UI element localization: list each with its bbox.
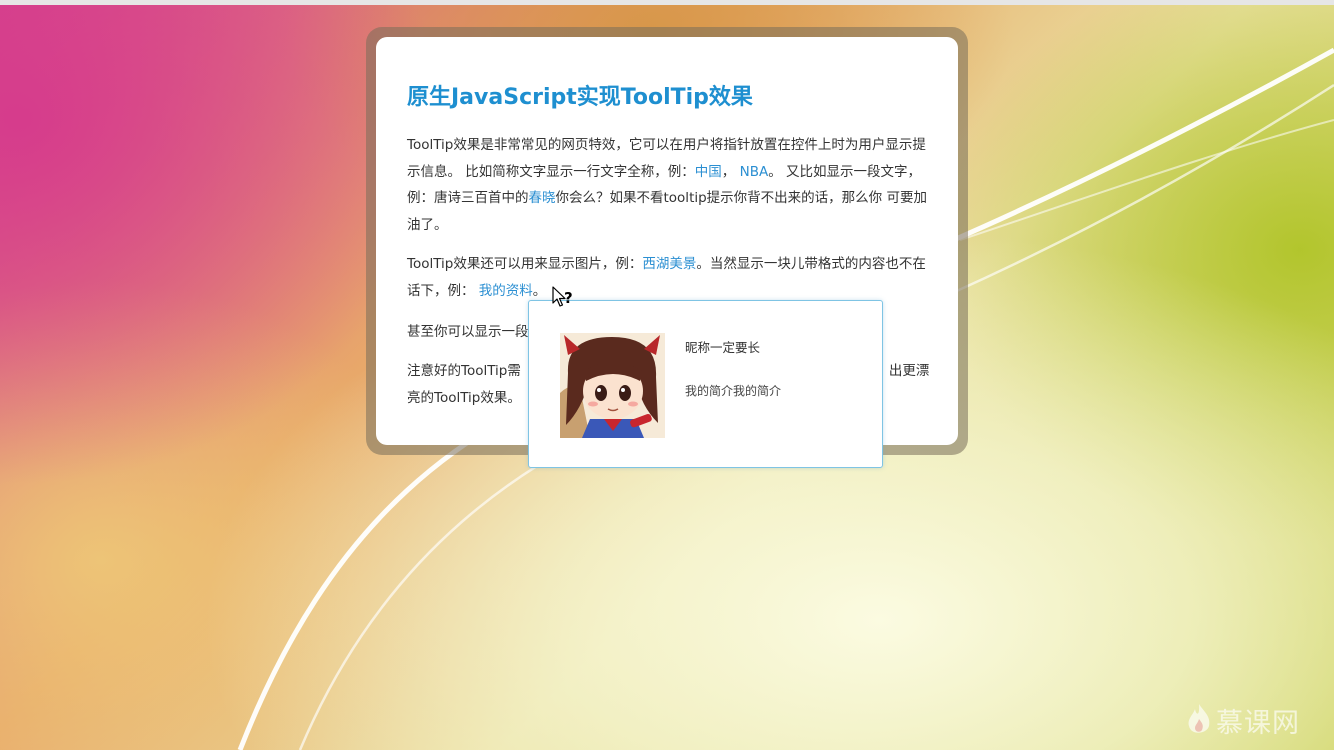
page-title: 原生JavaScript实现ToolTip效果 <box>407 85 753 110</box>
text: ， <box>721 163 740 180</box>
flame-logo-icon <box>1188 704 1210 733</box>
text: ToolTip效果还可以用来显示图片，例： <box>407 256 643 272</box>
link-chunxiao[interactable]: 春晓 <box>529 190 556 206</box>
text: 出更漂 <box>888 363 930 379</box>
link-xihu[interactable]: 西湖美景 <box>642 256 696 272</box>
tooltip-popup: 昵称一定要长 我的简介我的简介 <box>528 300 883 468</box>
watermark-logo: 慕课网 <box>1186 700 1300 740</box>
text: 甚至你可以显示一段 <box>407 324 529 340</box>
paragraph-intro: ToolTip效果是非常常见的网页特效，它可以在用户将指针放置在控件上时为用户显… <box>407 132 931 238</box>
link-nba[interactable]: NBA <box>740 164 769 180</box>
text: 。 <box>532 282 547 299</box>
watermark-text: 慕课网 <box>1216 707 1300 739</box>
text: 亮的ToolTip效果。 <box>407 389 521 406</box>
paragraph-image: ToolTip效果还可以用来显示图片，例：西湖美景。当然显示一块儿带格式的内容也… <box>407 251 931 304</box>
text: 注意好的ToolTip需 <box>407 363 521 379</box>
tooltip-intro: 我的简介我的简介 <box>685 384 782 398</box>
help-cursor-icon: ? <box>552 286 582 316</box>
link-china[interactable]: 中国 <box>695 164 722 180</box>
svg-text:?: ? <box>564 289 573 307</box>
tooltip-nickname: 昵称一定要长 <box>685 340 761 355</box>
link-profile[interactable]: 我的资料 <box>479 283 533 299</box>
avatar-image <box>560 333 665 438</box>
